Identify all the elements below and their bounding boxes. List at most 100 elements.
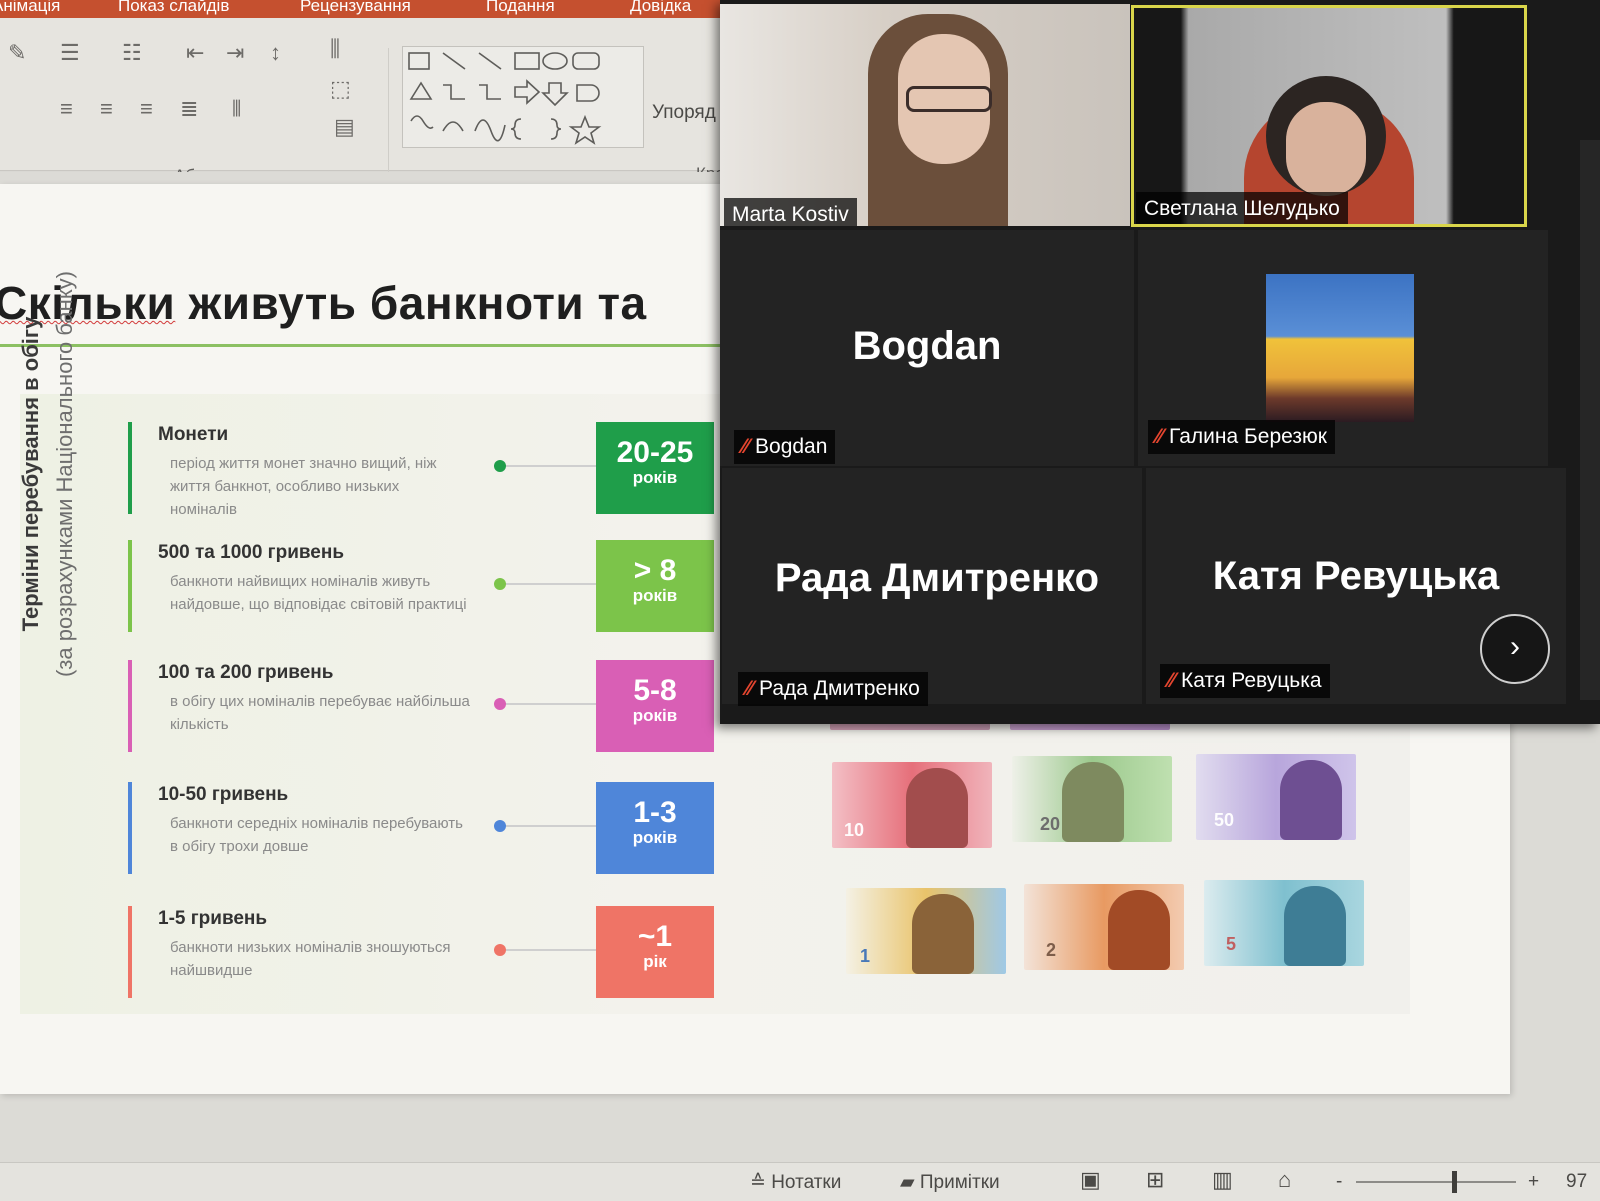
row-heading: 100 та 200 гривень — [158, 662, 334, 683]
banknote-label: 10 — [844, 820, 865, 840]
tab-review[interactable]: Рецензування — [300, 0, 411, 16]
tab-view[interactable]: Подання — [486, 0, 555, 16]
columns-icon[interactable]: ⫴ — [232, 98, 241, 120]
ribbon-tab-bar: Анімація Показ слайдів Рецензування Пода… — [0, 0, 760, 18]
participant-name-tag: ⁄⁄ Bogdan — [734, 430, 836, 464]
increase-indent-icon[interactable]: ⇥ — [226, 42, 244, 64]
zoom-meeting-window: Marta Kostiv Светлана Шелудько Bogdan ⁄⁄… — [720, 0, 1600, 724]
row-dot — [494, 460, 506, 472]
participant-name-tag: ⁄⁄ Рада Дмитренко — [738, 672, 928, 706]
participant-tile-svetlana[interactable]: Светлана Шелудько — [1131, 5, 1527, 227]
banknote-portrait — [1108, 890, 1170, 970]
participant-tile-marta[interactable]: Marta Kostiv — [720, 4, 1130, 226]
comment-icon: ▰ — [900, 1172, 920, 1193]
row-dot — [494, 944, 506, 956]
banknote-portrait — [1284, 886, 1346, 966]
participant-display-name: Катя Ревуцька — [1212, 554, 1500, 598]
tab-animation[interactable]: Анімація — [0, 0, 60, 16]
zoom-slider-thumb[interactable] — [1452, 1171, 1458, 1193]
bullets-icon[interactable]: ☰ — [60, 42, 80, 64]
zoom-percentage[interactable]: 97 — [1566, 1171, 1587, 1193]
mic-off-icon: ⁄⁄ — [1168, 669, 1176, 692]
align-center-icon[interactable]: ≡ — [100, 98, 113, 120]
participant-name-tag: ⁄⁄ Галина Березюк — [1148, 420, 1335, 454]
zoom-out-button[interactable]: - — [1336, 1171, 1342, 1193]
participant-name: Bogdan — [755, 435, 828, 458]
participant-name-tag: Marta Kostiv — [724, 198, 857, 226]
participant-display-name: Рада Дмитренко — [774, 556, 1100, 600]
row-description: банкноти найвищих номіналів живуть найдо… — [170, 573, 467, 613]
ukraine-flag-avatar — [1266, 274, 1414, 422]
slideshow-view-icon[interactable]: ⌂ — [1278, 1167, 1291, 1193]
lifetime-row-100-200: 100 та 200 гривень в обігу цих номіналів… — [0, 660, 760, 770]
notes-label: Нотатки — [771, 1172, 842, 1193]
line-spacing-icon[interactable]: ↕ — [270, 42, 281, 64]
row-description: банкноти низьких номіналів зношуються на… — [170, 939, 451, 979]
banknote-image-5: 5 — [1204, 880, 1364, 966]
ribbon-separator — [388, 48, 389, 188]
tab-help[interactable]: Довідка — [630, 0, 691, 16]
banknote-portrait — [912, 894, 974, 974]
normal-view-icon[interactable]: ▣ — [1080, 1167, 1101, 1193]
banknote-image-1: 1 — [846, 888, 1006, 974]
row-connector — [506, 949, 598, 951]
row-description: в обігу цих номіналів перебуває найбільш… — [170, 693, 470, 733]
lifetime-value: 1-3 — [633, 796, 677, 829]
notes-button[interactable]: ≙ Нотатки — [750, 1171, 841, 1194]
zoom-slider[interactable] — [1356, 1171, 1516, 1193]
participant-face — [1286, 102, 1366, 196]
lifetime-unit: років — [632, 706, 678, 725]
numbering-icon[interactable]: ☷ — [122, 42, 142, 64]
glasses — [906, 86, 992, 112]
row-accent-bar — [128, 660, 132, 752]
align-text-icon[interactable]: ⬚ — [330, 78, 351, 100]
lifetime-badge: ~1 рік — [596, 906, 714, 998]
banknote-portrait — [1062, 762, 1124, 842]
banknote-label: 2 — [1046, 940, 1057, 960]
row-heading: 500 та 1000 гривень — [158, 542, 345, 563]
comments-button[interactable]: ▰ Примітки — [900, 1171, 1000, 1194]
participant-tile-rada[interactable]: Рада Дмитренко ⁄⁄ Рада Дмитренко — [722, 468, 1142, 706]
ribbon: ✎ ☰ ☷ ⇤ ⇥ ↕ ⫼ ⬚ ▤ ≡ ≡ ≡ ≣ ⫴ Абзац — [0, 18, 760, 188]
chevron-right-icon[interactable]: › — [1480, 614, 1550, 684]
align-left-icon[interactable]: ≡ — [60, 98, 73, 120]
shapes-gallery-icons — [408, 52, 602, 145]
banknote-image-10: 10 — [832, 762, 992, 848]
participant-tile-galina[interactable]: ⁄⁄ Галина Березюк — [1138, 230, 1548, 466]
row-dot — [494, 698, 506, 710]
lifetime-row-500-1000: 500 та 1000 гривень банкноти найвищих но… — [0, 540, 760, 650]
mic-off-icon: ⁄⁄ — [742, 435, 750, 458]
row-accent-bar — [128, 782, 132, 874]
banknote-label: 5 — [1226, 934, 1237, 954]
text-direction-icon[interactable]: ⫼ — [330, 38, 340, 60]
slide-title[interactable]: Скільки живуть банкноти та — [0, 276, 647, 330]
gallery-scrollbar[interactable] — [1580, 140, 1600, 700]
decrease-indent-icon[interactable]: ⇤ — [186, 42, 204, 64]
smartart-icon[interactable]: ▤ — [334, 116, 355, 138]
row-connector — [506, 583, 598, 585]
banknote-portrait — [1280, 760, 1342, 840]
participant-name-tag: Светлана Шелудько — [1136, 192, 1348, 224]
tab-slideshow[interactable]: Показ слайдів — [118, 0, 229, 16]
banknote-label: 1 — [860, 946, 871, 966]
lifetime-row-10-50: 10-50 гривень банкноти середніх номіналі… — [0, 782, 760, 892]
align-right-icon[interactable]: ≡ — [140, 98, 153, 120]
shapes-gallery[interactable] — [402, 46, 644, 148]
lifetime-unit: років — [632, 828, 678, 847]
reading-view-icon[interactable]: ▥ — [1212, 1167, 1233, 1193]
participant-name: Катя Ревуцька — [1181, 669, 1322, 692]
row-dot — [494, 578, 506, 590]
participant-tile-bogdan[interactable]: Bogdan ⁄⁄ Bogdan — [720, 230, 1134, 466]
lifetime-value: ~1 — [637, 920, 673, 953]
row-description: банкноти середніх номіналів перебувають … — [170, 815, 463, 855]
format-painter-icon[interactable]: ✎ — [8, 42, 26, 64]
zoom-in-button[interactable]: + — [1528, 1171, 1539, 1193]
notes-icon: ≙ — [750, 1172, 772, 1193]
arrange-button[interactable]: Упоряд — [652, 102, 716, 124]
comments-label: Примітки — [919, 1172, 1000, 1193]
justify-icon[interactable]: ≣ — [180, 98, 198, 120]
mic-off-icon: ⁄⁄ — [746, 677, 754, 700]
slide-sorter-icon[interactable]: ⊞ — [1146, 1167, 1164, 1193]
row-heading: Монети — [158, 424, 229, 445]
participant-display-name: Bogdan — [852, 324, 1002, 368]
